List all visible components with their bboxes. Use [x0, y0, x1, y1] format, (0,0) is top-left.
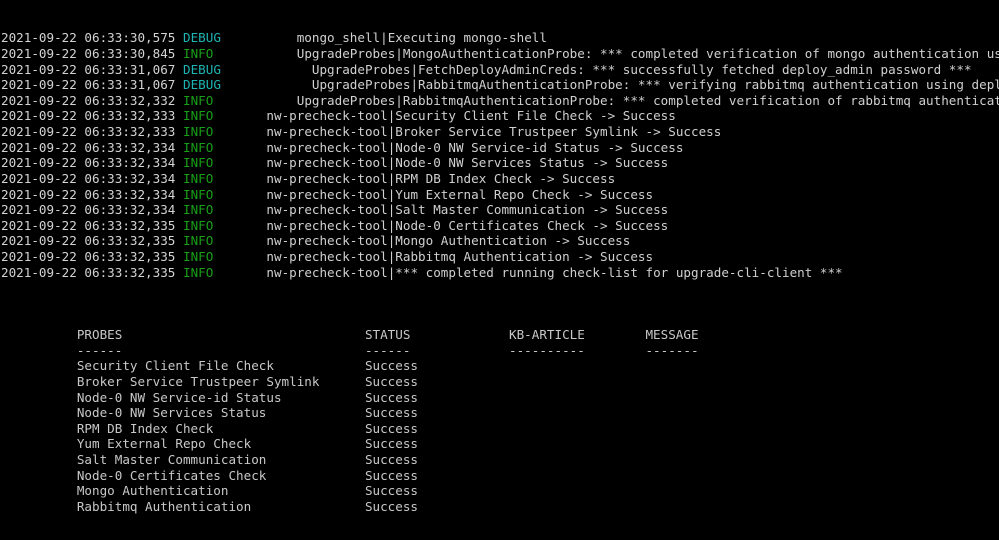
table-row: Node-0 NW Service-id Status Success — [1, 389, 646, 405]
log-line: 2021-09-22 06:33:32,334 INFO nw-precheck… — [1, 155, 999, 171]
log-message: UpgradeProbes|RabbitmqAuthenticationProb… — [296, 92, 999, 108]
log-level: INFO — [182, 217, 214, 233]
table-row: Security Client File Check Success — [1, 358, 646, 374]
terminal-screen-buffer: 2021-09-22 06:33:30,575 DEBUG mongo_shel… — [1, 0, 999, 540]
log-level: INFO — [182, 202, 214, 218]
log-timestamp: 2021-09-22 06:33:32,334 — [1, 186, 183, 202]
log-timestamp: 2021-09-22 06:33:32,334 — [1, 155, 183, 171]
log-level: INFO — [182, 124, 214, 139]
log-line: 2021-09-22 06:33:32,335 INFO nw-precheck… — [1, 218, 999, 234]
log-timestamp: 2021-09-22 06:33:32,335 — [1, 233, 183, 249]
log-level: INFO — [182, 139, 214, 155]
log-message: mongo_shell|Executing mongo-shell — [220, 30, 547, 46]
log-message: nw-precheck-tool|Salt Master Communicati… — [213, 202, 669, 218]
log-level: DEBUG — [182, 30, 221, 46]
table-row: Salt Master Communication Success — [1, 451, 646, 467]
table-spacer — [1, 312, 999, 328]
table-rule-row: ------ ------ ---------- ------- — [1, 342, 699, 358]
table-row: Yum External Repo Check Success — [1, 436, 646, 452]
log-timestamp: 2021-09-22 06:33:32,334 — [1, 139, 183, 155]
log-line: 2021-09-22 06:33:32,335 INFO nw-precheck… — [1, 249, 999, 265]
log-line: 2021-09-22 06:33:31,067 DEBUG UpgradePro… — [1, 62, 999, 78]
log-level: INFO — [182, 249, 214, 264]
log-level: INFO — [182, 233, 214, 249]
log-level: INFO — [182, 45, 214, 61]
log-timestamp: 2021-09-22 06:33:31,067 — [1, 61, 183, 77]
log-timestamp: 2021-09-22 06:33:32,335 — [1, 217, 183, 233]
log-line: 2021-09-22 06:33:30,845 INFO UpgradeProb… — [1, 46, 999, 62]
log-output-region: 2021-09-22 06:33:30,575 DEBUG mongo_shel… — [1, 30, 999, 280]
log-message: nw-precheck-tool|Node-0 NW Services Stat… — [213, 155, 669, 171]
log-level: INFO — [182, 264, 214, 280]
log-line: 2021-09-22 06:33:32,335 INFO nw-precheck… — [1, 233, 999, 249]
log-line: 2021-09-22 06:33:32,334 INFO nw-precheck… — [1, 171, 999, 187]
log-message: nw-precheck-tool|Yum External Repo Check… — [213, 186, 654, 202]
table-row: Mongo Authentication Success — [1, 483, 646, 499]
log-level: INFO — [182, 92, 214, 108]
log-line: 2021-09-22 06:33:32,334 INFO nw-precheck… — [1, 140, 999, 156]
log-level: INFO — [182, 108, 214, 124]
log-line: 2021-09-22 06:33:32,333 INFO nw-precheck… — [1, 124, 999, 140]
log-message: UpgradeProbes|RabbitmqAuthenticationProb… — [311, 77, 999, 93]
log-line: 2021-09-22 06:33:32,332 INFO UpgradeProb… — [1, 93, 999, 109]
log-message: nw-precheck-tool|Security Client File Ch… — [213, 108, 676, 124]
log-line: 2021-09-22 06:33:32,333 INFO nw-precheck… — [1, 108, 999, 124]
log-line: 2021-09-22 06:33:32,335 INFO nw-precheck… — [1, 265, 999, 281]
log-message: nw-precheck-tool|Node-0 NW Service-id St… — [213, 139, 684, 155]
table-row: Node-0 NW Services Status Success — [1, 405, 646, 421]
log-line: 2021-09-22 06:33:30,575 DEBUG mongo_shel… — [1, 30, 999, 46]
log-message: nw-precheck-tool|Node-0 Certificates Che… — [213, 217, 669, 233]
terminal-window[interactable]: 2021-09-22 06:33:30,575 DEBUG mongo_shel… — [0, 0, 999, 540]
log-line: 2021-09-22 06:33:32,334 INFO nw-precheck… — [1, 202, 999, 218]
log-level: INFO — [182, 170, 214, 186]
log-message: nw-precheck-tool|*** completed running c… — [213, 264, 843, 280]
log-message: nw-precheck-tool|Mongo Authentication ->… — [213, 233, 631, 249]
log-timestamp: 2021-09-22 06:33:30,845 — [1, 45, 183, 61]
probe-results-table: PROBES STATUS KB-ARTICLE MESSAGE ------ … — [1, 312, 999, 515]
log-level: DEBUG — [182, 77, 221, 93]
log-timestamp: 2021-09-22 06:33:32,333 — [1, 108, 183, 124]
log-timestamp: 2021-09-22 06:33:32,333 — [1, 124, 183, 139]
log-level: INFO — [182, 155, 214, 171]
log-line: 2021-09-22 06:33:31,067 DEBUG UpgradePro… — [1, 77, 999, 93]
log-message: UpgradeProbes|MongoAuthenticationProbe: … — [296, 45, 999, 61]
table-row: Broker Service Trustpeer Symlink Success — [1, 373, 646, 389]
log-timestamp: 2021-09-22 06:33:32,335 — [1, 264, 183, 280]
log-timestamp: 2021-09-22 06:33:30,575 — [1, 30, 183, 46]
log-level: DEBUG — [182, 61, 221, 77]
log-line: 2021-09-22 06:33:32,334 INFO nw-precheck… — [1, 187, 999, 203]
log-message: UpgradeProbes|FetchDeployAdminCreds: ***… — [220, 61, 972, 77]
log-message: nw-precheck-tool|Broker Service Trustpee… — [213, 124, 722, 139]
log-timestamp: 2021-09-22 06:33:31,067 — [1, 77, 183, 93]
table-header-row: PROBES STATUS KB-ARTICLE MESSAGE — [1, 327, 699, 343]
log-timestamp: 2021-09-22 06:33:32,335 — [1, 249, 183, 264]
table-row: RPM DB Index Check Success — [1, 420, 646, 436]
log-message: nw-precheck-tool|Rabbitmq Authentication… — [213, 249, 654, 264]
log-timestamp: 2021-09-22 06:33:32,332 — [1, 92, 183, 108]
log-timestamp: 2021-09-22 06:33:32,334 — [1, 170, 183, 186]
table-row: Node-0 Certificates Check Success — [1, 467, 646, 483]
log-message: nw-precheck-tool|RPM DB Index Check -> S… — [213, 170, 616, 186]
table-row: Rabbitmq Authentication Success — [1, 498, 646, 514]
log-timestamp: 2021-09-22 06:33:32,334 — [1, 202, 183, 218]
log-level: INFO — [182, 186, 214, 202]
